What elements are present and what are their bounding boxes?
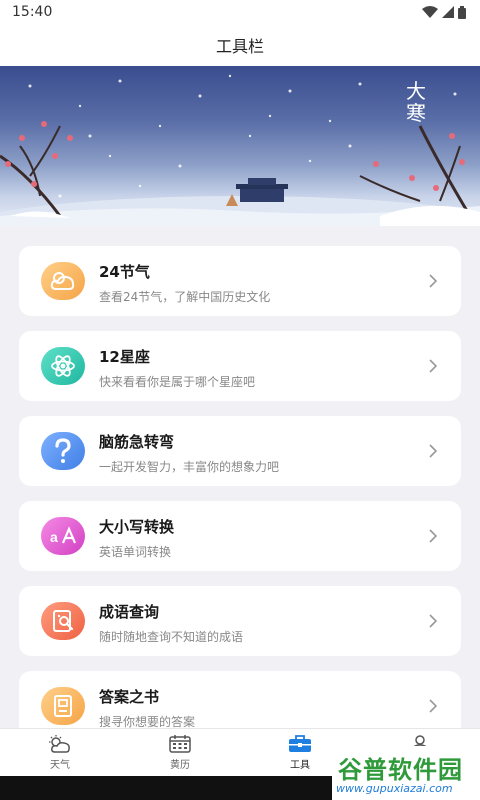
tool-item-text: 24节气 查看24节气，了解中国历史文化 [99,261,270,305]
tool-subtitle: 一起开发智力，丰富你的想象力吧 [99,460,280,474]
tool-subtitle: 快来看看你是属于哪个星座吧 [99,375,256,389]
tool-title: 答案之书 [99,688,160,706]
chevron-right-icon [429,699,437,713]
toolbox-icon [289,735,311,752]
calendar-icon [169,735,191,753]
svg-text:a: a [50,529,58,545]
app-header: 工具栏 [0,24,480,66]
tool-title: 大小写转换 [99,518,175,536]
banner-title: 大寒 [406,79,426,125]
tool-title: 24节气 [99,263,150,281]
page-title: 工具栏 [215,37,264,56]
atom-icon [41,347,85,385]
tab-almanac[interactable]: 黄历 [120,729,240,777]
search-book-icon [41,602,85,640]
chevron-right-icon [429,614,437,628]
watermark-name: 谷普软件园 [338,756,463,784]
chevron-right-icon [429,444,437,458]
tab-label: 天气 [50,760,70,771]
chevron-right-icon [429,359,437,373]
status-icons [422,5,466,19]
tool-subtitle: 查看24节气，了解中国历史文化 [99,290,271,304]
tool-title: 脑筋急转弯 [99,433,175,451]
tool-item-text: 大小写转换 英语单词转换 [99,516,174,560]
weather-cloud-icon [41,262,85,300]
tool-item-case-converter[interactable]: a 大小写转换 英语单词转换 [19,501,461,571]
tab-weather[interactable]: 天气 [0,729,120,777]
tool-title: 12星座 [99,348,150,366]
watermark-url: www.gupuxiazai.com [336,782,453,795]
tool-item-text: 12星座 快来看看你是属于哪个星座吧 [99,346,255,390]
wifi-icon [422,6,438,18]
tool-subtitle: 随时随地查询不知道的成语 [99,630,244,644]
weather-icon [49,735,70,753]
tab-label: 工具 [290,760,310,771]
status-bar: 15:40 [0,0,480,24]
book-icon [41,687,85,725]
question-icon [41,432,85,470]
tool-title: 成语查询 [99,603,160,621]
watermark: 谷普软件园 www.gupuxiazai.com [332,746,480,800]
letter-case-icon: a [41,517,85,555]
tool-item-idiom-lookup[interactable]: 成语查询 随时随地查询不知道的成语 [19,586,461,656]
battery-icon [458,5,466,19]
chevron-right-icon [429,274,437,288]
tool-item-text: 成语查询 随时随地查询不知道的成语 [99,601,243,645]
status-time: 15:40 [12,4,53,20]
solar-term-banner[interactable]: 大寒 [0,66,480,226]
signal-icon [442,6,454,18]
tool-subtitle: 英语单词转换 [99,545,172,559]
tool-item-24-solar-terms[interactable]: 24节气 查看24节气，了解中国历史文化 [19,246,461,316]
tool-item-brain-teaser[interactable]: 脑筋急转弯 一起开发智力，丰富你的想象力吧 [19,416,461,486]
tool-item-text: 脑筋急转弯 一起开发智力，丰富你的想象力吧 [99,431,279,475]
chevron-right-icon [429,529,437,543]
tab-label: 黄历 [170,760,190,771]
tool-item-12-zodiac[interactable]: 12星座 快来看看你是属于哪个星座吧 [19,331,461,401]
tool-item-text: 答案之书 搜寻你想要的答案 [99,686,195,730]
